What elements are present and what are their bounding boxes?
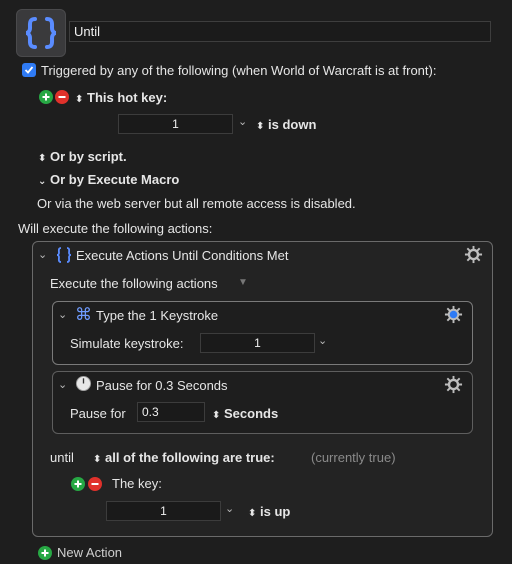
collapse-chevron-icon[interactable]: ⌄ [58, 378, 67, 391]
condition-status: (currently true) [311, 450, 396, 465]
minus-icon [91, 483, 99, 485]
stopwatch-icon [75, 375, 92, 395]
triggered-label: Triggered by any of the following (when … [41, 63, 437, 78]
or-by-execute-macro-popup[interactable]: ⌄ Or by Execute Macro [38, 172, 179, 187]
curly-braces-icon [25, 17, 57, 49]
updown-chevron-icon: ⬍ [75, 94, 84, 105]
keystroke-field[interactable]: 1 [200, 333, 315, 353]
plus-icon [42, 93, 50, 101]
curly-braces-icon [55, 246, 73, 267]
remove-condition-button[interactable] [88, 477, 102, 491]
execute-actions-label: Execute the following actions [50, 276, 218, 291]
minus-icon [58, 96, 66, 98]
triggered-checkbox[interactable] [22, 63, 36, 77]
or-by-script-popup[interactable]: ⬍ Or by script. [38, 149, 127, 164]
gear-icon[interactable] [464, 245, 483, 267]
until-action-title: Execute Actions Until Conditions Met [76, 248, 289, 263]
key-condition-label: The key: [112, 476, 162, 491]
plus-icon [74, 480, 82, 488]
checkmark-icon [24, 66, 34, 74]
hotkey-trigger-popup[interactable]: ⬍ This hot key: [75, 90, 167, 105]
remove-trigger-button[interactable] [55, 90, 69, 104]
until-label: until [50, 450, 74, 465]
collapse-chevron-icon[interactable]: ⌄ [58, 308, 67, 321]
hotkey-field[interactable]: 1 [118, 114, 233, 134]
pause-title: Pause for 0.3 Seconds [96, 378, 228, 393]
pause-unit-popup[interactable]: ⬍ Seconds [212, 406, 278, 421]
updown-chevron-icon: ⬍ [248, 508, 257, 519]
plus-icon [38, 546, 52, 560]
condition-key-dropdown-chevron-icon[interactable]: ⌄ [225, 502, 234, 515]
condition-key-field[interactable]: 1 [106, 501, 221, 521]
updown-chevron-icon: ⬍ [212, 410, 221, 421]
updown-chevron-icon: ⬍ [38, 153, 47, 164]
condition-mode-popup[interactable]: ⬍ all of the following are true: [93, 450, 275, 465]
updown-chevron-icon: ⬍ [256, 121, 265, 132]
simulate-keystroke-label: Simulate keystroke: [70, 336, 184, 351]
new-action-label: New Action [57, 545, 123, 560]
command-key-icon: ⌘ [75, 305, 92, 324]
gear-icon[interactable] [444, 375, 463, 397]
actions-heading: Will execute the following actions: [18, 221, 213, 236]
pause-for-label: Pause for [70, 406, 126, 421]
hotkey-dropdown-chevron-icon[interactable]: ⌄ [238, 115, 247, 128]
hotkey-state-popup[interactable]: ⬍ is down [256, 117, 316, 132]
macro-name-field[interactable]: Until [69, 21, 491, 42]
key-state-popup[interactable]: ⬍ is up [248, 504, 290, 519]
web-server-note: Or via the web server but all remote acc… [37, 196, 356, 211]
type-keystroke-title: Type the 1 Keystroke [96, 308, 219, 323]
pause-duration-field[interactable]: 0.3 [137, 402, 205, 422]
macro-icon[interactable] [16, 9, 66, 57]
add-condition-button[interactable] [71, 477, 85, 491]
triangle-down-icon[interactable]: ▼ [238, 277, 248, 288]
collapse-chevron-icon[interactable]: ⌄ [38, 248, 47, 261]
gear-icon[interactable] [444, 305, 463, 327]
chevron-down-icon: ⌄ [38, 176, 47, 187]
add-trigger-button[interactable] [39, 90, 53, 104]
keystroke-dropdown-chevron-icon[interactable]: ⌄ [318, 334, 327, 347]
updown-chevron-icon: ⬍ [93, 454, 102, 465]
